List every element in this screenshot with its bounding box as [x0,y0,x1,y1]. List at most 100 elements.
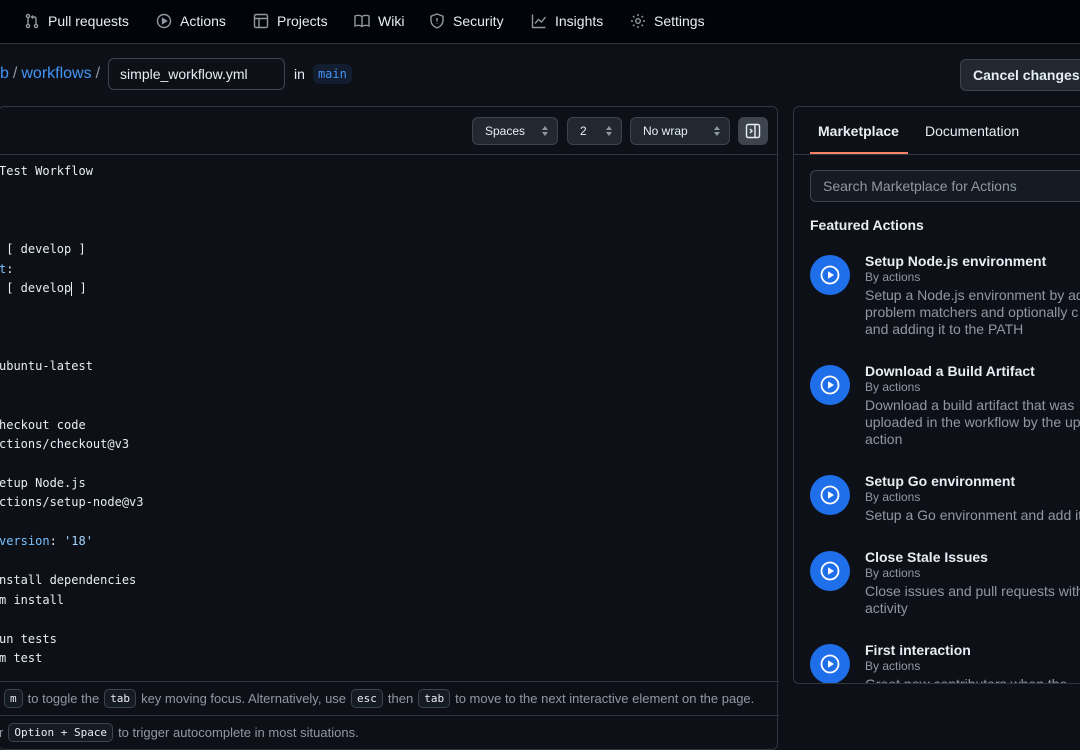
nav-label: Projects [277,13,328,29]
kbd-key: m [4,689,23,708]
nav-label: Wiki [378,13,405,29]
nav-projects[interactable]: Projects [253,0,328,42]
graph-icon [531,14,547,29]
action-item[interactable]: Close Stale Issues By actions Close issu… [810,549,1080,625]
action-name[interactable]: Download a Build Artifact [865,363,1035,379]
action-name[interactable]: Setup Go environment [865,473,1015,489]
action-description: Download a build artifact that was uploa… [865,397,1080,447]
toggle-sidebar-button[interactable] [738,117,768,145]
pull-request-icon [25,13,39,29]
branch-name[interactable]: main [312,64,352,84]
code-line: ctions/setup-node@v3 [0,495,144,509]
code-line: m test [0,651,43,665]
hint-text: key moving focus. Alternatively, use [141,691,347,706]
code-line: Test Workflow [0,164,93,178]
featured-actions-heading: Featured Actions [810,217,924,233]
kbd-key: Option + Space [8,723,114,742]
action-name[interactable]: Setup Node.js environment [865,253,1046,269]
action-play-icon [810,475,850,515]
hint-text: then [387,691,414,706]
panel-tabs: Marketplace Documentation [794,107,1080,155]
code-editor[interactable]: Spaces 2 No wrap Test Workflow [ develop… [0,106,779,750]
nav-wiki[interactable]: Wiki [354,0,404,42]
nav-actions[interactable]: Actions [156,0,226,42]
action-play-icon [810,365,850,405]
kbd-key: tab [104,689,137,708]
hint-text: to toggle the [27,691,100,706]
nav-label: Pull requests [48,13,129,29]
action-author: By actions [865,490,921,504]
action-description: Close issues and pull requests with acti… [865,583,1080,616]
indent-size-select[interactable]: 2 [567,117,622,145]
indent-mode-select[interactable]: Spaces [472,117,558,145]
code-line: un tests [0,632,57,646]
keyboard-hint: m to toggle the tab key moving focus. Al… [0,681,779,715]
active-tab-indicator [810,152,908,154]
action-item[interactable]: Setup Go environment By actions Setup a … [810,473,1080,529]
indent-mode-value: Spaces [485,124,526,138]
repo-nav: Pull requests Actions Projects Wiki Secu… [0,0,1080,44]
action-description: Setup a Go environment and add it [865,507,1080,523]
action-item[interactable]: Download a Build Artifact By actions Dow… [810,363,1080,453]
breadcrumb-separator: / [12,65,18,82]
nav-label: Actions [180,13,226,29]
tab-marketplace[interactable]: Marketplace [818,107,899,154]
hint-text: to trigger autocomplete in most situatio… [118,725,359,740]
play-icon [156,13,172,29]
nav-label: Insights [555,13,604,29]
code-line: [ develop ] [0,242,86,256]
code-line: version: '18' [0,534,93,548]
nav-label: Security [453,13,504,29]
code-line: ctions/checkout@v3 [0,437,130,451]
action-play-icon [810,551,850,591]
action-name[interactable]: First interaction [865,642,971,658]
nav-insights[interactable]: Insights [531,0,603,42]
tab-documentation[interactable]: Documentation [925,107,1019,154]
hint-text: r [0,725,4,740]
nav-pull-requests[interactable]: Pull requests [24,0,129,42]
action-description: Setup a Node.js environment by ad proble… [865,287,1080,337]
gear-icon [631,14,645,28]
action-item[interactable]: First interaction By actions Greet new c… [810,642,1080,684]
action-item[interactable]: Setup Node.js environment By actions Set… [810,253,1080,343]
code-line: m install [0,593,65,607]
shield-icon [430,13,444,29]
indent-size-value: 2 [580,124,587,138]
breadcrumb-separator: / [95,65,101,82]
select-caret-icon [606,126,612,136]
sidebar-expand-icon [745,123,761,139]
editor-toolbar: Spaces 2 No wrap [0,107,777,155]
code-line: ubuntu-latest [0,359,93,373]
breadcrumb-workflows-link[interactable]: workflows [21,65,91,83]
cancel-changes-button[interactable]: Cancel changes [960,59,1080,91]
code-line: heckout code [0,418,86,432]
kbd-key: tab [418,689,451,708]
action-name[interactable]: Close Stale Issues [865,549,988,565]
action-author: By actions [865,566,921,580]
code-line: etup Node.js [0,476,86,490]
select-caret-icon [542,126,548,136]
code-line: t: [0,262,14,276]
select-caret-icon [714,126,720,136]
code-line: [ develop ] [0,281,87,296]
breadcrumb-repo-link[interactable]: b [0,65,9,83]
filename-input[interactable]: simple_workflow.yml [108,58,286,90]
table-icon [253,13,269,29]
wrap-mode-value: No wrap [643,124,688,138]
action-author: By actions [865,380,921,394]
in-label: in [294,66,305,82]
code-line: nstall dependencies [0,573,137,587]
action-author: By actions [865,270,921,284]
action-author: By actions [865,659,921,673]
marketplace-panel: Marketplace Documentation Search Marketp… [793,106,1080,684]
action-description: Greet new contributors when the [865,676,1068,684]
nav-settings[interactable]: Settings [630,0,705,42]
book-icon [354,14,370,28]
marketplace-search-input[interactable]: Search Marketplace for Actions [810,170,1080,202]
hint-text: to move to the next interactive element … [455,691,755,706]
action-play-icon [810,644,850,683]
wrap-mode-select[interactable]: No wrap [630,117,730,145]
breadcrumb: b / workflows / simple_workflow.yml in m… [0,58,352,90]
autocomplete-hint: r Option + Space to trigger autocomplete… [0,715,779,749]
nav-security[interactable]: Security [429,0,504,42]
